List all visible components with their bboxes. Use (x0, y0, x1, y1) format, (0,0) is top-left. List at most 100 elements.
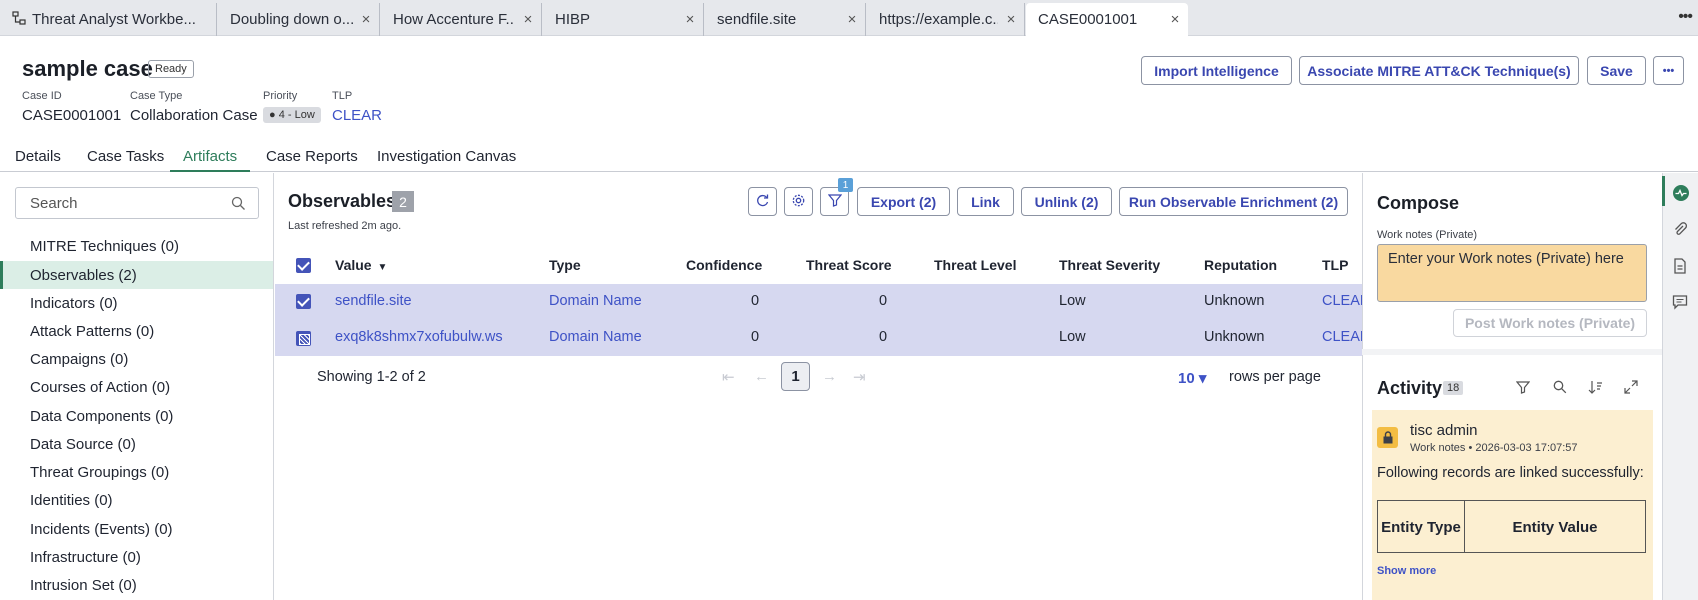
search-icon[interactable] (1553, 380, 1567, 397)
showing-count: Showing 1-2 of 2 (317, 369, 426, 385)
save-button[interactable]: Save (1587, 56, 1646, 85)
lock-icon (1377, 427, 1398, 448)
browser-tab-title: Threat Analyst Workbe... (32, 11, 196, 28)
activity-pulse-icon[interactable] (1672, 184, 1690, 205)
priority-badge: ● 4 - Low (263, 107, 321, 123)
document-icon[interactable] (1672, 258, 1688, 277)
prev-page-icon[interactable]: ← (754, 368, 769, 385)
observable-confidence: 0 (751, 293, 760, 309)
browser-tab[interactable]: Threat Analyst Workbe... (0, 3, 217, 36)
unlink-button[interactable]: Unlink (2) (1021, 187, 1112, 216)
filter-icon[interactable] (1515, 380, 1531, 397)
column-header-value-label: Value (335, 257, 372, 273)
column-header-value[interactable]: Value ▼ (335, 257, 387, 273)
browser-tab-active[interactable]: CASE0001001 × (1026, 3, 1188, 36)
sort-icon[interactable] (1588, 380, 1603, 397)
rows-per-page-label: rows per page (1229, 369, 1321, 385)
close-icon[interactable]: × (1162, 11, 1188, 28)
tab-case-tasks[interactable]: Case Tasks (74, 144, 177, 172)
browser-tab[interactable]: Doubling down o... × (218, 3, 380, 36)
tlp-value[interactable]: CLEAR (332, 107, 382, 124)
column-header-threat-level[interactable]: Threat Level (934, 257, 1016, 273)
attachment-icon[interactable] (1672, 221, 1688, 240)
case-tabs: Details Case Tasks Artifacts Case Report… (0, 144, 1698, 172)
settings-button[interactable] (784, 187, 813, 216)
expand-icon[interactable] (1624, 380, 1638, 397)
browser-tab[interactable]: https://example.c... × (867, 3, 1025, 36)
observable-value-link[interactable]: sendfile.site (335, 293, 412, 309)
run-enrichment-button[interactable]: Run Observable Enrichment (2) (1119, 187, 1348, 216)
comment-icon[interactable] (1672, 294, 1688, 313)
nav-item-indicators[interactable]: Indicators (0) (0, 289, 273, 317)
column-header-threat-severity[interactable]: Threat Severity (1059, 257, 1160, 273)
observable-value-link[interactable]: exq8k8shmx7xofubulw.ws (335, 329, 503, 345)
next-page-icon[interactable]: → (822, 368, 837, 385)
observable-threat-score: 0 (879, 293, 888, 309)
close-icon[interactable]: × (998, 11, 1024, 28)
post-work-notes-button[interactable]: Post Work notes (Private) (1453, 309, 1647, 337)
refresh-button[interactable] (748, 187, 777, 216)
search-input[interactable]: Search (15, 187, 259, 219)
case-id-value: CASE0001001 (22, 107, 122, 124)
nav-item-intrusion-set[interactable]: Intrusion Set (0) (0, 571, 273, 599)
observable-type[interactable]: Domain Name (549, 329, 642, 345)
rail-active-indicator (1662, 176, 1665, 206)
browser-tab-bar: Threat Analyst Workbe... Doubling down o… (0, 0, 1698, 36)
nav-item-threat-groupings[interactable]: Threat Groupings (0) (0, 458, 273, 486)
nav-item-infrastructure[interactable]: Infrastructure (0) (0, 543, 273, 571)
workflow-icon (12, 10, 28, 29)
observable-type[interactable]: Domain Name (549, 293, 642, 309)
column-header-tlp[interactable]: TLP (1322, 257, 1348, 273)
search-icon (231, 196, 246, 215)
column-header-type[interactable]: Type (549, 257, 581, 273)
nav-item-campaigns[interactable]: Campaigns (0) (0, 345, 273, 373)
tab-artifacts[interactable]: Artifacts (170, 144, 251, 172)
first-page-icon[interactable]: ⇤ (722, 368, 735, 386)
nav-item-courses-of-action[interactable]: Courses of Action (0) (0, 373, 273, 401)
close-icon[interactable]: × (353, 11, 379, 28)
table-row[interactable]: exq8k8shmx7xofubulw.ws Domain Name 0 0 L… (275, 320, 1370, 356)
row-checkbox[interactable] (296, 294, 311, 309)
more-actions-button[interactable]: ••• (1653, 56, 1684, 85)
associate-mitre-button[interactable]: Associate MITRE ATT&CK Technique(s) (1299, 56, 1579, 85)
select-all-checkbox[interactable] (296, 258, 311, 273)
import-intelligence-button[interactable]: Import Intelligence (1141, 56, 1292, 85)
last-page-icon[interactable]: ⇥ (853, 368, 866, 386)
compose-title: Compose (1377, 193, 1460, 213)
tab-details[interactable]: Details (2, 144, 74, 172)
row-checkbox[interactable] (296, 331, 311, 346)
export-button[interactable]: Export (2) (857, 187, 950, 216)
tab-overflow-button[interactable]: ••• (1678, 8, 1693, 26)
tab-investigation-canvas[interactable]: Investigation Canvas (364, 144, 529, 172)
page-button-current[interactable]: 1 (781, 362, 810, 391)
column-header-reputation[interactable]: Reputation (1204, 257, 1277, 273)
nav-item-observables[interactable]: Observables (2) (0, 261, 273, 289)
column-header-confidence[interactable]: Confidence (686, 257, 762, 273)
table-header-entity-value: Entity Value (1512, 518, 1598, 536)
link-button[interactable]: Link (957, 187, 1014, 216)
browser-tab[interactable]: How Accenture F... × (381, 3, 542, 36)
nav-item-mitre-techniques[interactable]: MITRE Techniques (0) (0, 232, 273, 260)
nav-item-data-components[interactable]: Data Components (0) (0, 402, 273, 430)
close-icon[interactable]: × (515, 11, 541, 28)
nav-item-data-source[interactable]: Data Source (0) (0, 430, 273, 458)
close-icon[interactable]: × (839, 11, 865, 28)
browser-tab-title: How Accenture F... (393, 11, 515, 28)
table-row[interactable]: sendfile.site Domain Name 0 0 Low Unknow… (275, 284, 1370, 320)
sort-descending-icon: ▼ (377, 262, 388, 273)
work-notes-textarea[interactable]: Enter your Work notes (Private) here (1377, 244, 1647, 302)
column-header-threat-score[interactable]: Threat Score (806, 257, 892, 273)
observables-title: Observables (288, 191, 397, 211)
close-icon[interactable]: × (677, 11, 703, 28)
priority-label: Priority (263, 90, 298, 102)
tab-case-reports[interactable]: Case Reports (253, 144, 371, 172)
nav-item-incidents[interactable]: Incidents (Events) (0) (0, 515, 273, 543)
linked-entities-table: Entity Type Entity Value (1377, 500, 1646, 553)
browser-tab[interactable]: HIBP × (543, 3, 704, 36)
observable-confidence: 0 (751, 329, 760, 345)
nav-item-identities[interactable]: Identities (0) (0, 486, 273, 514)
rows-per-page-select[interactable]: 10 ▾ (1178, 369, 1206, 387)
nav-item-attack-patterns[interactable]: Attack Patterns (0) (0, 317, 273, 345)
browser-tab[interactable]: sendfile.site × (705, 3, 866, 36)
show-more-link[interactable]: Show more (1377, 565, 1653, 595)
